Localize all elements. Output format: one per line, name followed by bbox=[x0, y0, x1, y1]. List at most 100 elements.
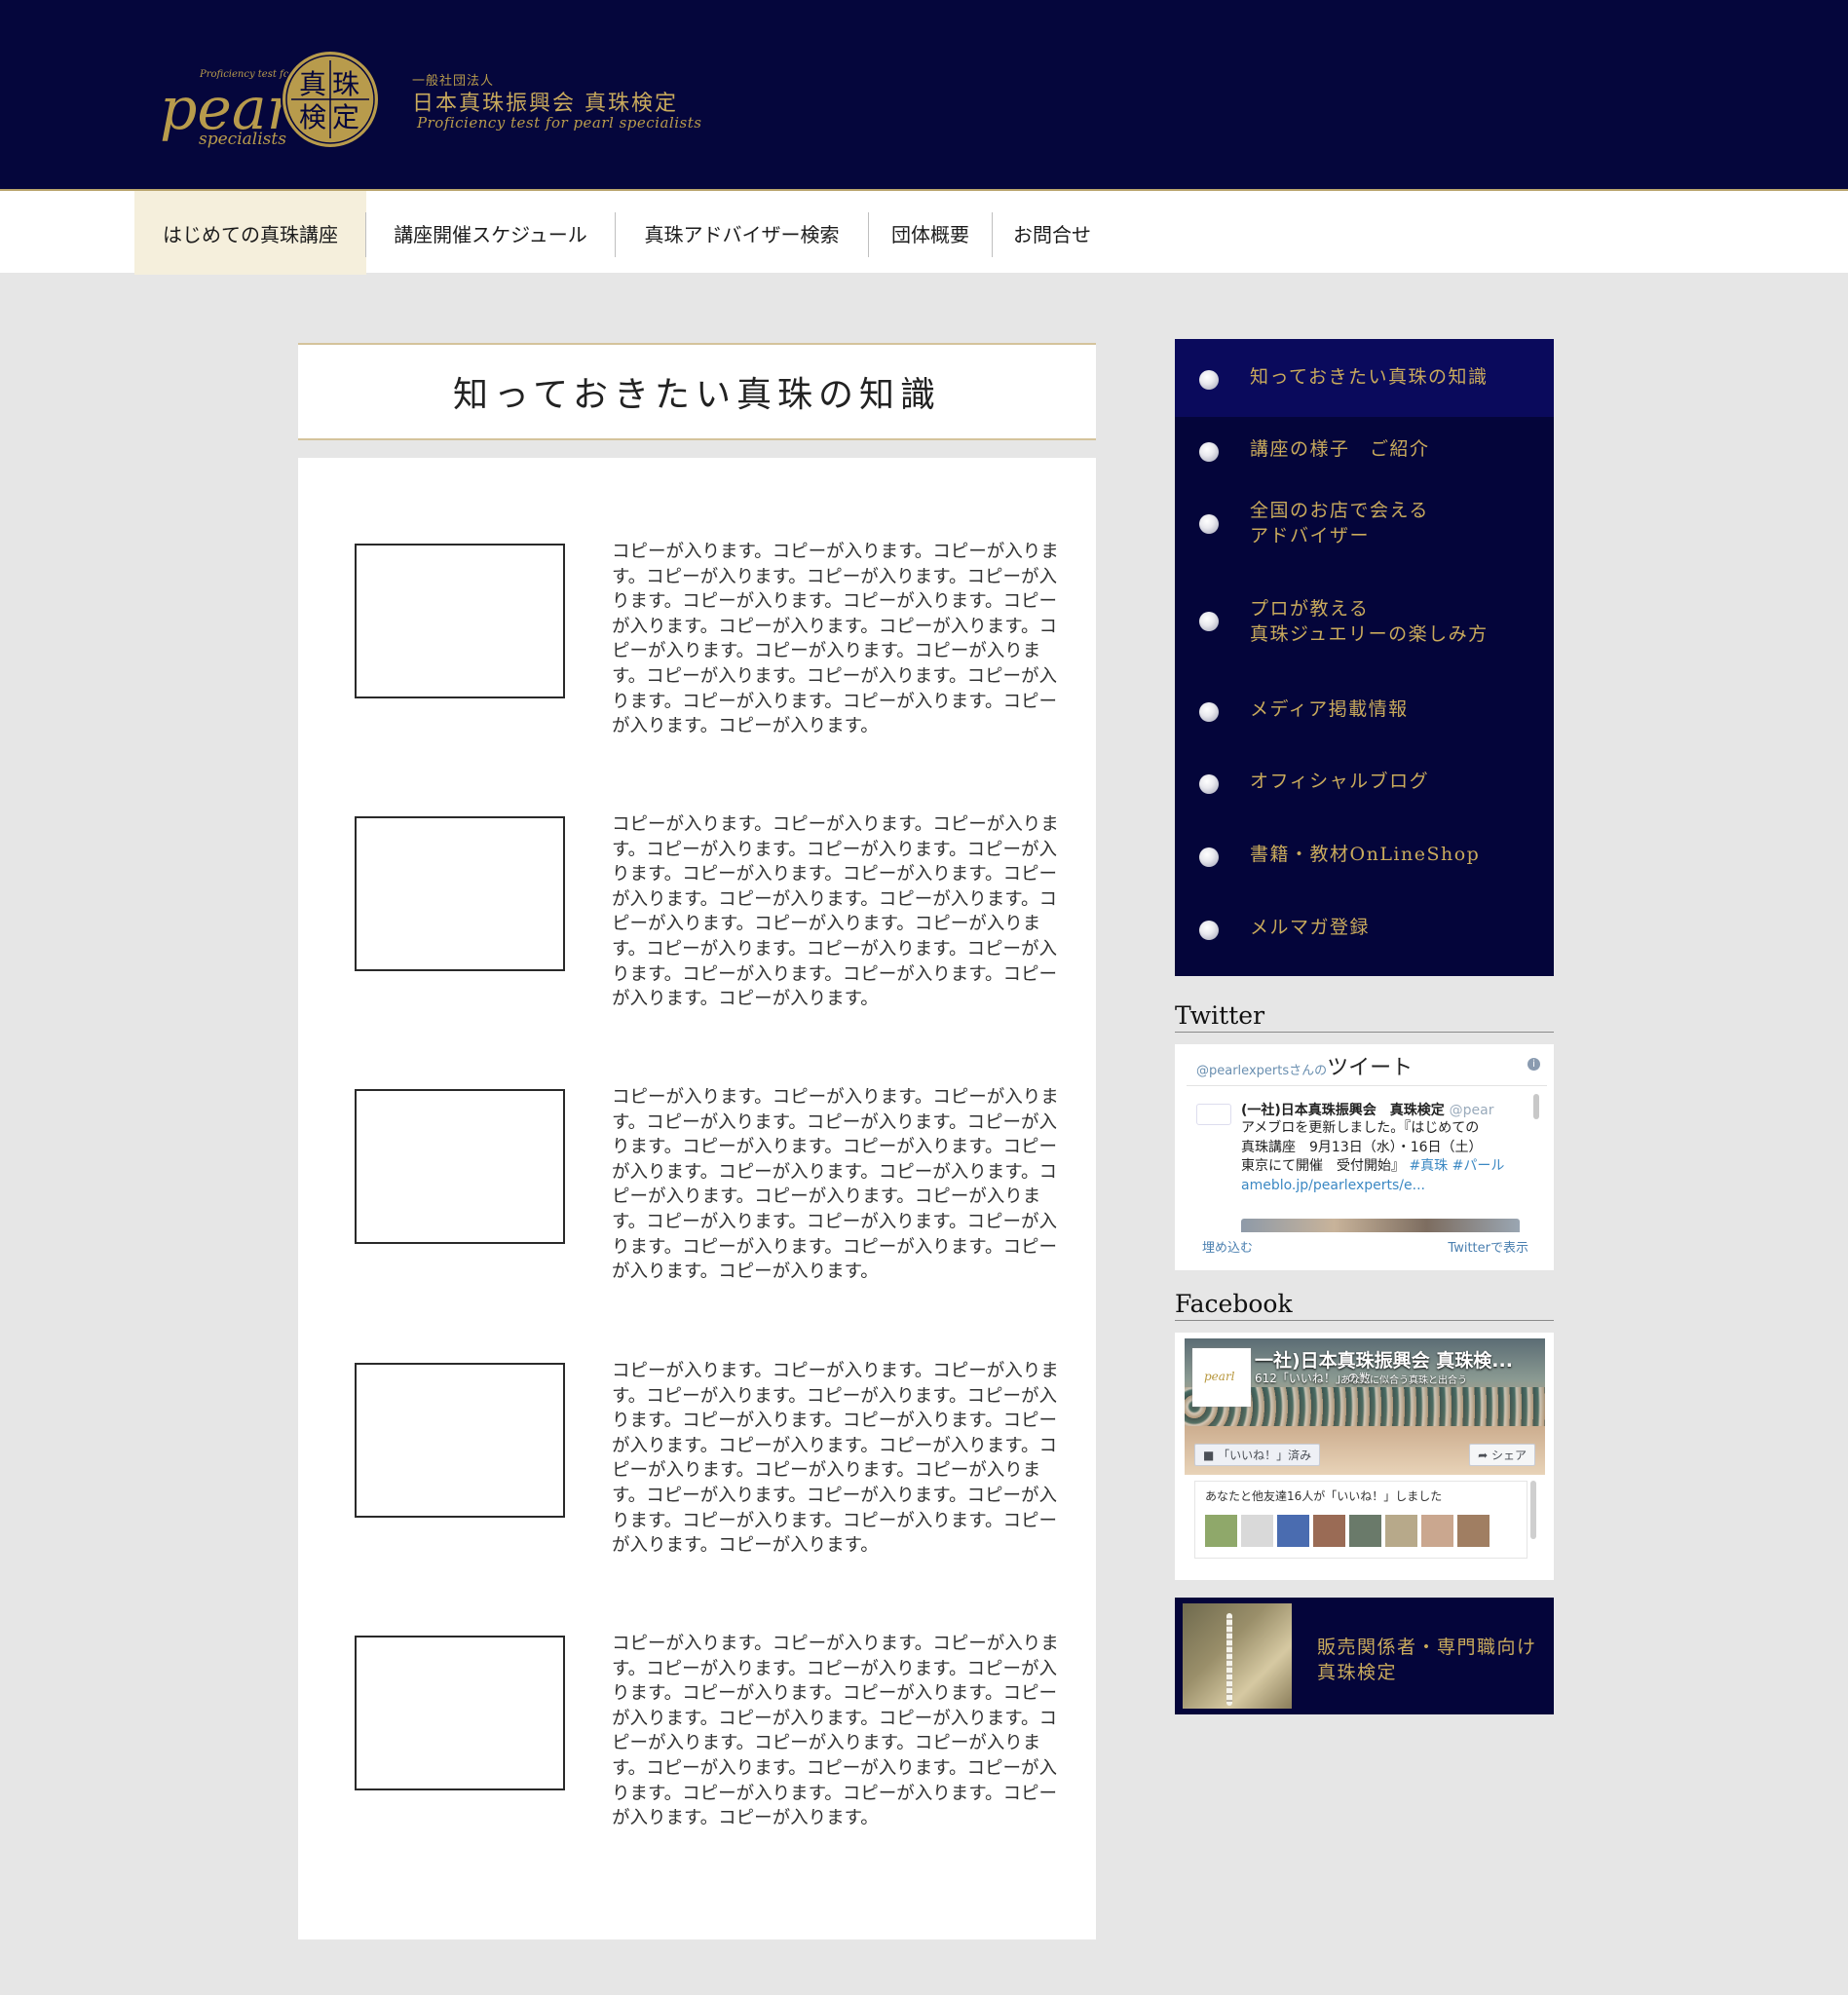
pearl-bullet-icon bbox=[1199, 847, 1219, 867]
sidebar-item-label: 知っておきたい真珠の知識 bbox=[1250, 366, 1489, 388]
twitter-embed-link[interactable]: 埋め込む bbox=[1202, 1237, 1253, 1256]
facebook-page-logo[interactable]: pearl bbox=[1192, 1348, 1251, 1407]
article-text: コピーが入ります。コピーが入ります。コピーが入ります。コピーが入ります。コピーが… bbox=[612, 1087, 1059, 1283]
sidebar-item-pearl-knowledge[interactable]: 知っておきたい真珠の知識 bbox=[1175, 339, 1554, 417]
nav-item-schedule[interactable]: 講座開催スケジュール bbox=[366, 191, 615, 275]
share-icon: ➦ bbox=[1478, 1449, 1491, 1462]
scrollbar[interactable] bbox=[1533, 1094, 1539, 1119]
friend-avatar[interactable] bbox=[1241, 1515, 1273, 1547]
site-header: Proficiency test for pearl specialists 真… bbox=[0, 0, 1848, 191]
tweet-line: 東京にて開催 受付開始』 bbox=[1241, 1158, 1405, 1174]
tweet-hashtags[interactable]: #真珠 #パール bbox=[1409, 1158, 1504, 1174]
sidebar-item-label-line2: 真珠ジュエリーの楽しみ方 bbox=[1250, 623, 1489, 645]
article-text: コピーが入ります。コピーが入ります。コピーが入ります。コピーが入ります。コピーが… bbox=[612, 814, 1059, 1010]
sidebar-item-store-advisors[interactable]: 全国のお店で会える アドバイザー bbox=[1175, 483, 1554, 577]
twitter-timeline-header: @pearlexpertsさんのツイート bbox=[1196, 1050, 1413, 1081]
article-text: コピーが入ります。コピーが入ります。コピーが入ります。コピーが入ります。コピーが… bbox=[612, 1361, 1059, 1557]
pearl-specialists-logo[interactable]: Proficiency test for pearl specialists 真… bbox=[156, 45, 390, 154]
banner-line: 販売関係者・専門職向け bbox=[1317, 1637, 1537, 1658]
page-title: 知っておきたい真珠の知識 bbox=[298, 343, 1096, 440]
article-image-placeholder bbox=[355, 1089, 565, 1244]
logo-text-sub: specialists bbox=[199, 130, 286, 149]
scrollbar[interactable] bbox=[1530, 1481, 1536, 1539]
sidebar-item-online-shop[interactable]: 書籍・教材OnLineShop bbox=[1175, 818, 1554, 890]
tweet-line: アメブロを更新しました。『はじめての bbox=[1241, 1120, 1480, 1136]
pearl-bullet-icon bbox=[1199, 921, 1219, 940]
article-image-placeholder bbox=[355, 1363, 565, 1518]
avatar bbox=[1196, 1104, 1231, 1125]
sidebar-item-label: 講座の様子 ご紹介 bbox=[1250, 438, 1430, 460]
pearl-necklace-photo bbox=[1183, 1603, 1292, 1709]
facebook-friends-panel: あなたと他友達16人が「いいね！」しました bbox=[1194, 1481, 1527, 1559]
facebook-widget-title: Facebook bbox=[1175, 1290, 1554, 1321]
sidebar-item-label-line2: アドバイザー bbox=[1250, 525, 1371, 546]
article-image-placeholder bbox=[355, 1636, 565, 1790]
facebook-share-button[interactable]: ➦ シェア bbox=[1469, 1444, 1535, 1466]
nav-item-advisor-search[interactable]: 真珠アドバイザー検索 bbox=[616, 191, 868, 275]
tweet-author-name: (一社)日本真珠振興会 真珠検定 bbox=[1241, 1103, 1445, 1118]
sidebar-item-label: 書籍・教材OnLineShop bbox=[1250, 844, 1481, 865]
specialist-test-banner[interactable]: 販売関係者・専門職向け 真珠検定 bbox=[1175, 1598, 1554, 1714]
tweet-line: 真珠講座 9月13日（水）・16日（土） bbox=[1241, 1139, 1483, 1155]
banner-text: 販売関係者・専門職向け 真珠検定 bbox=[1317, 1635, 1537, 1685]
info-icon[interactable]: i bbox=[1527, 1058, 1540, 1071]
pearl-bullet-icon bbox=[1199, 514, 1219, 534]
twitter-timeline[interactable]: @pearlexpertsさんのツイート i (一社)日本真珠振興会 真珠検定 … bbox=[1175, 1044, 1554, 1270]
logo-kanji-4: 定 bbox=[332, 101, 359, 133]
sidebar-menu: 知っておきたい真珠の知識 講座の様子 ご紹介 全国のお店で会える アドバイザー … bbox=[1175, 339, 1554, 976]
facebook-cover-image[interactable]: pearl 一社)日本真珠振興会 真珠検... 612「いいね！」の数 あなたに… bbox=[1185, 1338, 1545, 1475]
tweet[interactable]: (一社)日本真珠振興会 真珠検定 @pear アメブロを更新しました。『はじめて… bbox=[1187, 1085, 1547, 1232]
article-text: コピーが入ります。コピーが入ります。コピーが入ります。コピーが入ります。コピーが… bbox=[612, 1634, 1059, 1829]
nav-item-about[interactable]: 団体概要 bbox=[869, 191, 992, 275]
org-subtitle: Proficiency test for pearl specialists bbox=[417, 114, 702, 132]
sidebar-item-label: オフィシャルブログ bbox=[1250, 771, 1430, 792]
tweet-image[interactable] bbox=[1241, 1219, 1520, 1232]
logo-kanji-1: 真 bbox=[299, 68, 326, 100]
article-list: コピーが入ります。コピーが入ります。コピーが入ります。コピーが入ります。コピーが… bbox=[298, 458, 1096, 1939]
sidebar-item-jewelry-enjoyment[interactable]: プロが教える 真珠ジュエリーの楽しみ方 bbox=[1175, 577, 1554, 674]
facebook-friends-text: あなたと他友達16人が「いいね！」しました bbox=[1205, 1489, 1443, 1503]
sidebar-item-label: メディア掲載情報 bbox=[1250, 698, 1409, 720]
nav-item-contact[interactable]: お問合せ bbox=[993, 191, 1112, 275]
facebook-page-plugin[interactable]: pearl 一社)日本真珠振興会 真珠検... 612「いいね！」の数 あなたに… bbox=[1175, 1333, 1554, 1580]
pearl-strand-image bbox=[1226, 1613, 1232, 1706]
facebook-liked-button[interactable]: ■ 「いいね！」済み bbox=[1194, 1444, 1321, 1466]
sidebar-item-newsletter[interactable]: メルマガ登録 bbox=[1175, 890, 1554, 976]
tweet-author-handle: @pear bbox=[1449, 1103, 1494, 1118]
facebook-tagline: あなたに似合う真珠と出合う bbox=[1340, 1375, 1467, 1386]
pearl-bullet-icon bbox=[1199, 612, 1219, 631]
pearl-bullet-icon bbox=[1199, 702, 1219, 722]
friend-avatar[interactable] bbox=[1385, 1515, 1417, 1547]
facebook-share-label: シェア bbox=[1490, 1449, 1527, 1462]
sidebar-item-label: メルマガ登録 bbox=[1250, 917, 1371, 938]
sidebar-item-media[interactable]: メディア掲載情報 bbox=[1175, 674, 1554, 746]
tweet-link[interactable]: ameblo.jp/pearlexperts/e... bbox=[1241, 1177, 1533, 1196]
friend-avatar[interactable] bbox=[1313, 1515, 1345, 1547]
article-image-placeholder bbox=[355, 816, 565, 971]
twitter-handle: @pearlexpertsさんの bbox=[1196, 1064, 1328, 1078]
friend-avatar[interactable] bbox=[1349, 1515, 1381, 1547]
friend-avatar[interactable] bbox=[1277, 1515, 1309, 1547]
twitter-widget-title: Twitter bbox=[1175, 1001, 1554, 1033]
tweet-author: (一社)日本真珠振興会 真珠検定 @pear bbox=[1241, 1100, 1494, 1119]
article-image-placeholder bbox=[355, 544, 565, 698]
friend-avatar[interactable] bbox=[1421, 1515, 1453, 1547]
pearl-bullet-icon bbox=[1199, 774, 1219, 794]
sidebar-item-course-introduction[interactable]: 講座の様子 ご紹介 bbox=[1175, 417, 1554, 483]
sidebar-item-official-blog[interactable]: オフィシャルブログ bbox=[1175, 746, 1554, 818]
banner-line: 真珠検定 bbox=[1317, 1662, 1398, 1683]
pearl-bullet-icon bbox=[1199, 442, 1219, 462]
article-text: コピーが入ります。コピーが入ります。コピーが入ります。コピーが入ります。コピーが… bbox=[612, 542, 1059, 737]
logo-kanji-2: 珠 bbox=[332, 68, 359, 100]
facebook-logo-text: pearl bbox=[1204, 1370, 1235, 1383]
sidebar-item-label: プロが教える bbox=[1250, 598, 1370, 620]
nav-item-beginner-course[interactable]: はじめての真珠講座 bbox=[134, 191, 366, 275]
friend-avatar[interactable] bbox=[1457, 1515, 1490, 1547]
pearl-bullet-icon bbox=[1199, 370, 1219, 390]
facebook-page-title[interactable]: 一社)日本真珠振興会 真珠検... bbox=[1255, 1346, 1513, 1373]
sidebar-item-label: 全国のお店で会える bbox=[1250, 500, 1429, 521]
twitter-view-link[interactable]: Twitterで表示 bbox=[1448, 1237, 1528, 1256]
org-name: 日本真珠振興会 真珠検定 bbox=[412, 92, 678, 116]
friend-avatar[interactable] bbox=[1205, 1515, 1237, 1547]
twitter-tweets-label: ツイート bbox=[1327, 1056, 1414, 1080]
